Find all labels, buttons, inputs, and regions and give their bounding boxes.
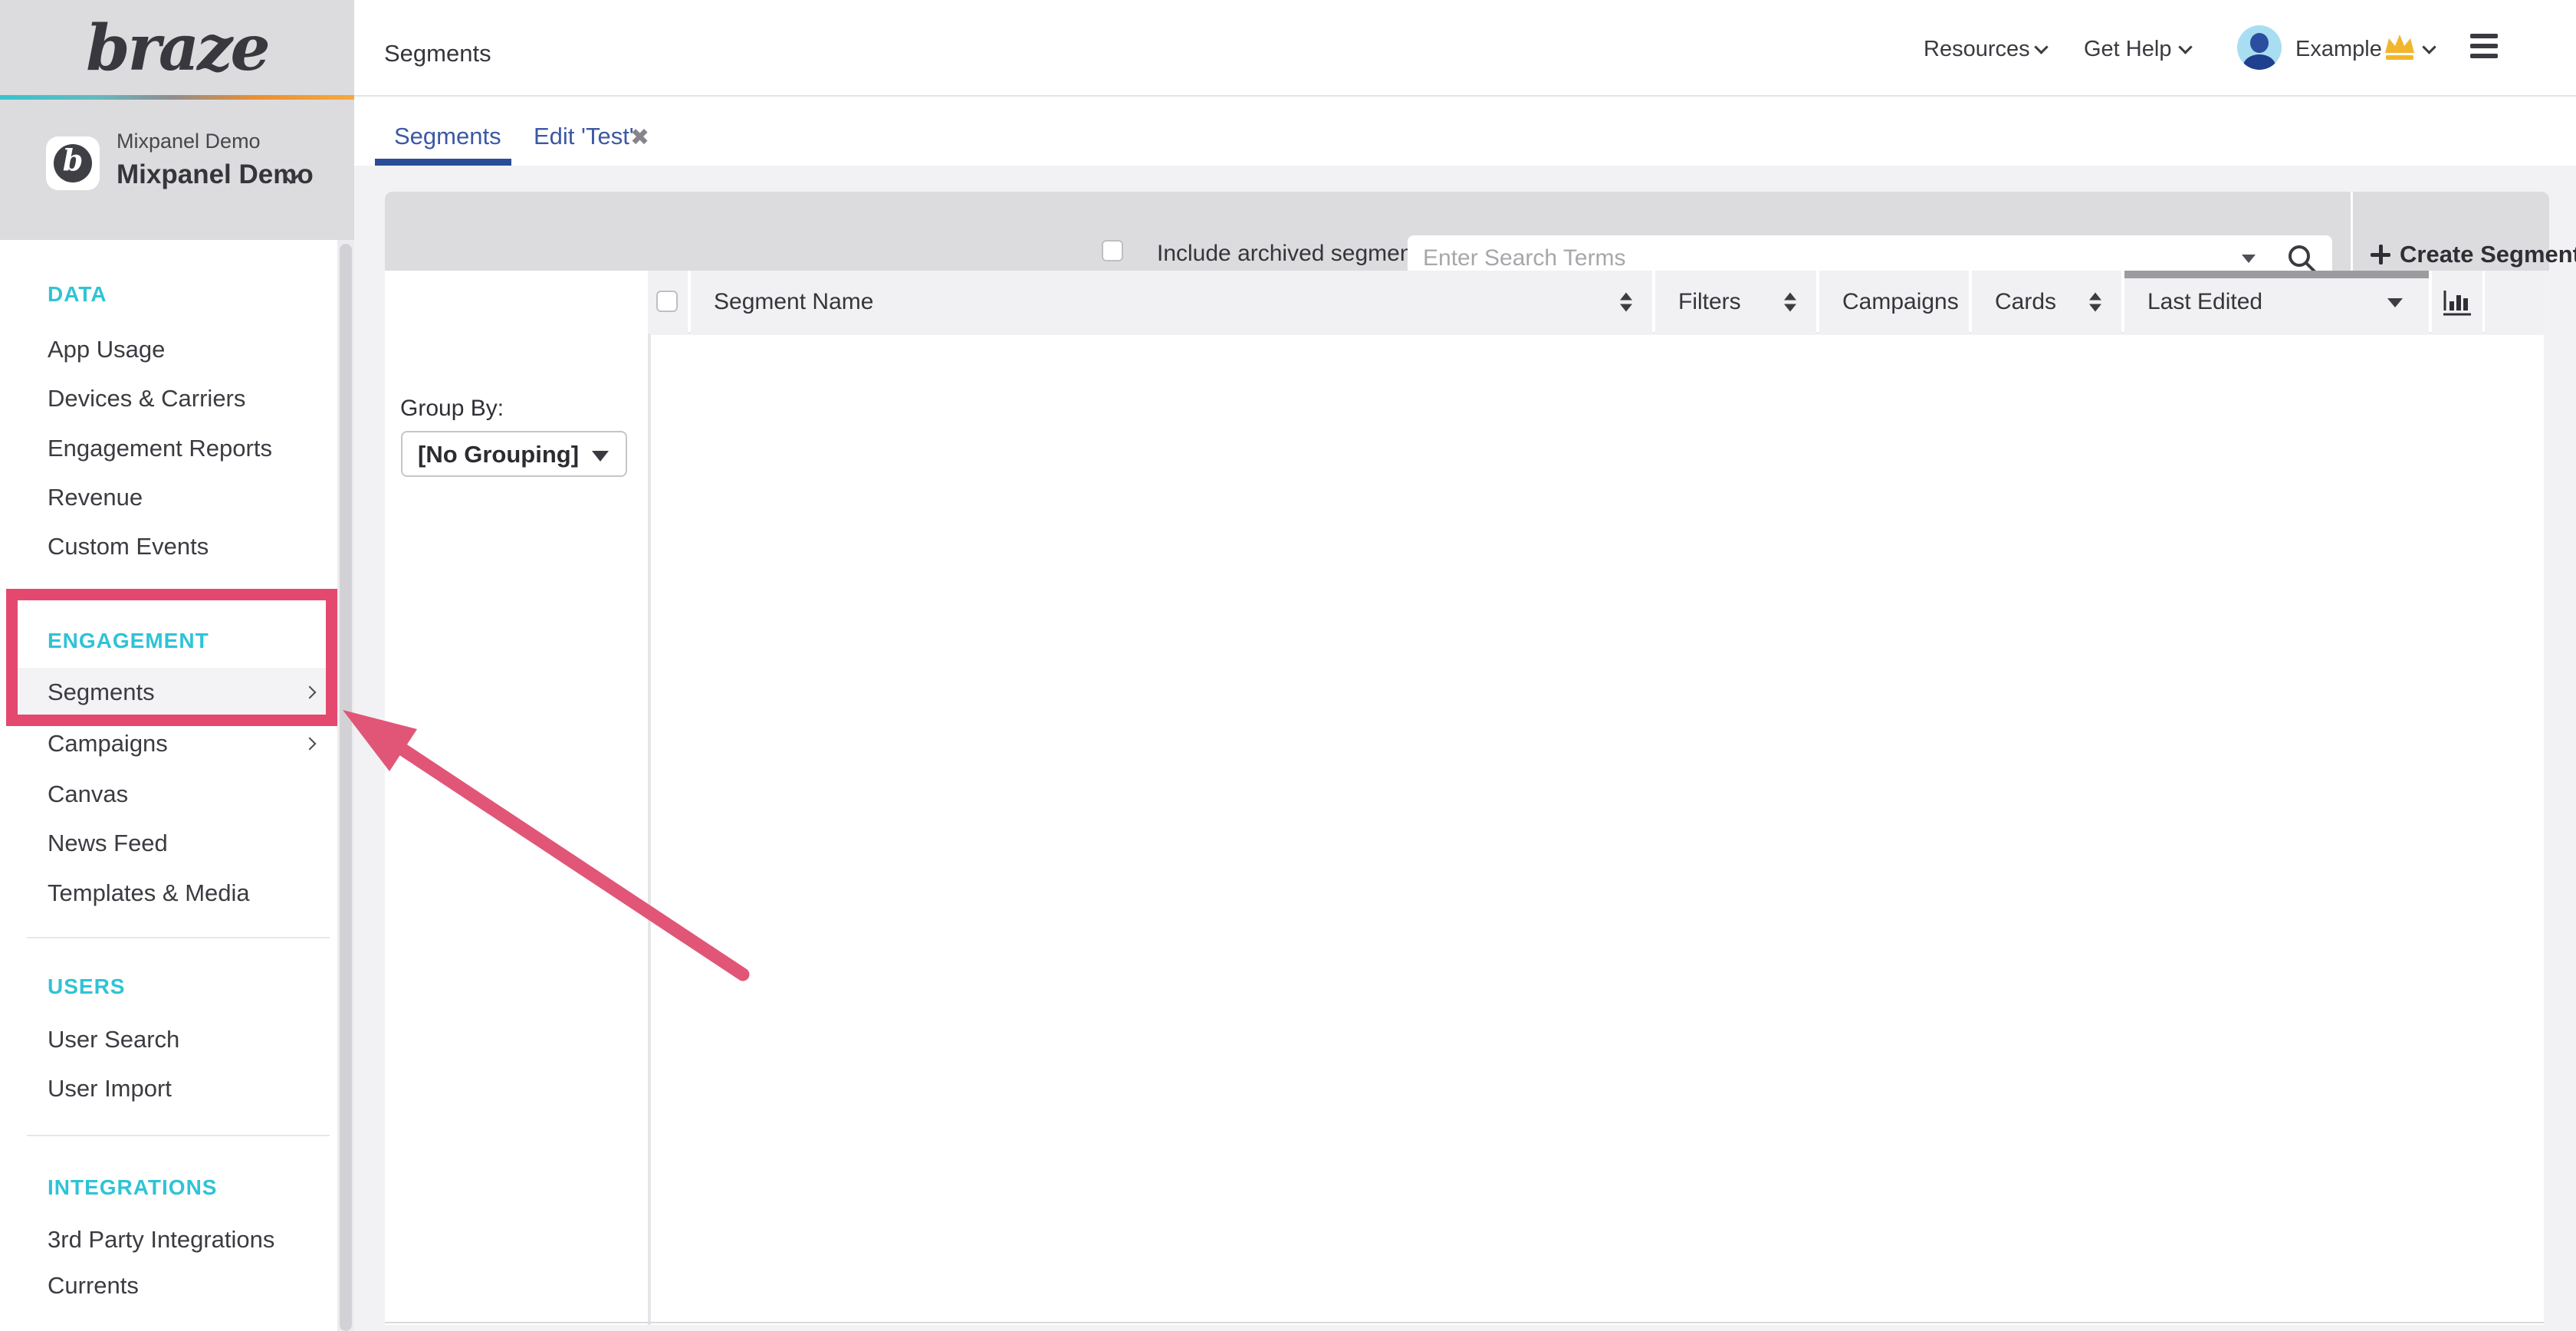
sidebar-item-revenue[interactable]: Revenue	[48, 481, 143, 514]
crown-icon	[2383, 32, 2417, 63]
sidebar-item-devices-carriers[interactable]: Devices & Carriers	[48, 382, 245, 416]
close-tab-icon[interactable]: ✖	[630, 124, 649, 151]
analytics-column-header[interactable]	[2432, 271, 2482, 334]
chevron-down-icon	[2034, 40, 2048, 54]
table-bottom-border	[385, 1322, 2544, 1323]
workspace-company: Mixpanel Demo	[117, 129, 261, 153]
sidebar-divider	[27, 1135, 330, 1136]
sidebar-section-engagement: ENGAGEMENT	[48, 626, 209, 656]
column-label: Cards	[1995, 288, 2056, 317]
workspace-avatar-letter: b	[46, 143, 100, 177]
sidebar-item-user-search[interactable]: User Search	[48, 1023, 179, 1057]
user-name[interactable]: Example	[2295, 36, 2382, 62]
sidebar-section-data: DATA	[48, 279, 107, 310]
sidebar-section-integrations: INTEGRATIONS	[48, 1172, 217, 1203]
top-bar: Segments Resources Get Help Example	[354, 0, 2576, 97]
sidebar-item-engagement-reports[interactable]: Engagement Reports	[48, 432, 272, 465]
group-by-panel: Group By: [No Grouping]	[385, 271, 648, 1325]
group-by-value: [No Grouping]	[418, 439, 579, 470]
sidebar-divider	[27, 937, 330, 938]
hamburger-menu-icon[interactable]	[2470, 34, 2498, 63]
sort-icon	[2089, 293, 2101, 312]
select-all-cell	[648, 271, 688, 334]
chevron-down-icon[interactable]	[2422, 40, 2436, 54]
sort-icon	[1784, 293, 1796, 312]
sidebar-item-templates-media[interactable]: Templates & Media	[48, 876, 250, 910]
column-header-filters[interactable]: Filters	[1655, 271, 1816, 334]
workspace-block: b Mixpanel Demo Mixpanel Demo	[0, 100, 354, 240]
spacer-column-header	[2485, 271, 2544, 334]
search-dropdown-caret-icon[interactable]	[2242, 255, 2256, 263]
chevron-right-icon	[304, 738, 317, 751]
include-archived-checkbox[interactable]	[1102, 240, 1123, 261]
column-label: Filters	[1678, 288, 1741, 317]
sidebar-item-user-import[interactable]: User Import	[48, 1072, 172, 1106]
chart-icon	[2443, 289, 2472, 317]
column-header-segment-name[interactable]: Segment Name	[691, 271, 1652, 334]
column-header-cards[interactable]: Cards	[1972, 271, 2121, 334]
column-label: Segment Name	[714, 288, 873, 317]
segments-table-body	[651, 335, 2544, 1325]
sidebar-item-canvas[interactable]: Canvas	[48, 777, 128, 811]
resources-menu[interactable]: Resources	[1924, 36, 2030, 62]
person-icon	[2250, 33, 2269, 53]
sidebar-item-custom-events[interactable]: Custom Events	[48, 530, 209, 564]
plus-icon	[2371, 245, 2390, 265]
logo-block: braze	[0, 0, 354, 98]
segments-toolbar: Include archived segments Create Segment	[385, 192, 2549, 271]
group-by-label: Group By:	[400, 393, 504, 424]
tab-segments[interactable]: Segments	[394, 121, 501, 152]
page-title: Segments	[384, 38, 491, 69]
sorted-column-indicator	[2124, 271, 2429, 278]
sidebar-item-app-usage[interactable]: App Usage	[48, 333, 165, 366]
sidebar-scrollbar-thumb[interactable]	[340, 244, 352, 1331]
sidebar-item-news-feed[interactable]: News Feed	[48, 827, 168, 860]
braze-logo[interactable]: braze	[0, 6, 354, 90]
select-all-checkbox[interactable]	[656, 291, 678, 312]
user-avatar[interactable]	[2237, 25, 2282, 70]
active-tab-underline	[375, 159, 511, 166]
group-by-select[interactable]: [No Grouping]	[401, 431, 627, 477]
main-content: Include archived segments Create Segment…	[354, 166, 2576, 1331]
braze-dashboard: Segments Resources Get Help Example Segm…	[0, 0, 2576, 1331]
column-label: Last Edited	[2147, 288, 2262, 317]
tab-edit-test[interactable]: Edit 'Test'	[534, 121, 634, 152]
column-label: Campaigns	[1842, 288, 1959, 317]
sidebar: braze b Mixpanel Demo Mixpanel Demo DATA…	[0, 0, 354, 1331]
segments-table-header: Segment Name Filters Campaigns Cards Last Ed…	[648, 271, 2544, 334]
sidebar-item-3rd-party-integrations[interactable]: 3rd Party Integrations	[48, 1223, 274, 1257]
sidebar-item-currents[interactable]: Currents	[48, 1269, 139, 1303]
tab-bar: Segments Edit 'Test' ✖	[354, 98, 2576, 166]
sidebar-section-users: USERS	[48, 971, 125, 1002]
sidebar-item-campaigns[interactable]: Campaigns	[48, 727, 168, 761]
sidebar-item-segments[interactable]: Segments	[48, 675, 155, 709]
dropdown-arrow-icon	[592, 451, 609, 462]
column-header-campaigns: Campaigns	[1819, 271, 1969, 334]
toolbar-divider	[2351, 192, 2353, 271]
sort-icon	[1620, 293, 1632, 312]
column-header-last-edited[interactable]: Last Edited	[2124, 271, 2429, 334]
chevron-down-icon	[2178, 40, 2192, 54]
get-help-menu[interactable]: Get Help	[2084, 36, 2171, 62]
sort-desc-icon	[2387, 298, 2403, 307]
include-archived-label[interactable]: Include archived segments	[1157, 238, 1431, 269]
workspace-avatar: b	[46, 136, 100, 190]
